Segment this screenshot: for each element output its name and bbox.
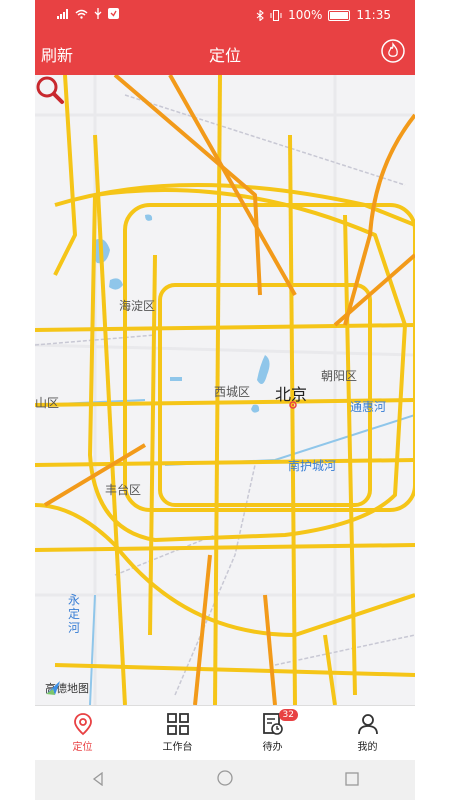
tab-label: 我的 — [357, 742, 378, 753]
map-label-haidian: 海淀区 — [119, 299, 156, 313]
signal-icon — [57, 8, 68, 19]
tab-label: 待办 — [262, 742, 283, 753]
map-label-chaoyang: 朝阳区 — [321, 369, 358, 383]
phone-screen: 100% 11:35 刷新 定位 海淀区 朝阳区 西城区 北京 山区 通惠河 南… — [35, 0, 415, 800]
tab-label: 工作台 — [162, 742, 193, 753]
map-label-beijing: 北京 — [275, 385, 308, 404]
clock: 11:35 — [356, 8, 391, 22]
tab-profile[interactable]: 我的 — [320, 706, 415, 761]
map-label-nanhu: 南护城河 — [288, 459, 337, 473]
tab-workbench[interactable]: 工作台 — [130, 706, 225, 761]
app-header: 刷新 定位 — [35, 30, 415, 75]
grid-icon — [166, 713, 189, 735]
tab-location[interactable]: 定位 — [35, 706, 130, 761]
map-label-fengtai: 丰台区 — [105, 483, 142, 497]
map-label-tonghui: 通惠河 — [350, 400, 387, 414]
bottom-tab-bar: 定位 工作台 32 待办 我的 — [35, 705, 415, 761]
status-icons-left — [57, 8, 119, 19]
location-pin-icon — [73, 713, 92, 736]
battery-percent: 100% — [288, 8, 323, 22]
map-label-xicheng: 西城区 — [214, 385, 251, 399]
amap-logo-icon — [46, 681, 60, 695]
recents-icon[interactable] — [345, 771, 359, 790]
tab-label: 定位 — [72, 742, 93, 753]
home-icon[interactable] — [217, 770, 233, 790]
person-icon — [357, 714, 378, 735]
tab-todo[interactable]: 32 待办 — [225, 706, 320, 761]
usb-icon — [94, 8, 102, 19]
amap-logo: 高德地图 — [45, 680, 89, 696]
wifi-icon — [75, 9, 88, 19]
status-bar: 100% 11:35 — [35, 0, 415, 30]
fire-icon[interactable] — [381, 39, 405, 63]
app-notification-icon — [108, 8, 119, 19]
vibrate-icon — [270, 9, 282, 21]
map-label-shijingshan: 山区 — [35, 396, 60, 410]
map-label-yongding: 永定河 — [68, 593, 81, 635]
battery-icon — [328, 9, 351, 21]
back-icon[interactable] — [91, 771, 105, 790]
page-title: 定位 — [208, 46, 241, 65]
todo-count-badge: 32 — [278, 709, 298, 721]
map-view[interactable]: 海淀区 朝阳区 西城区 北京 山区 通惠河 南护城河 丰台区 永定河 高德地图 — [35, 75, 415, 705]
bluetooth-icon — [256, 9, 264, 21]
system-nav-bar — [35, 760, 415, 800]
search-icon[interactable] — [35, 75, 65, 105]
status-icons-right: 100% 11:35 — [256, 8, 391, 22]
